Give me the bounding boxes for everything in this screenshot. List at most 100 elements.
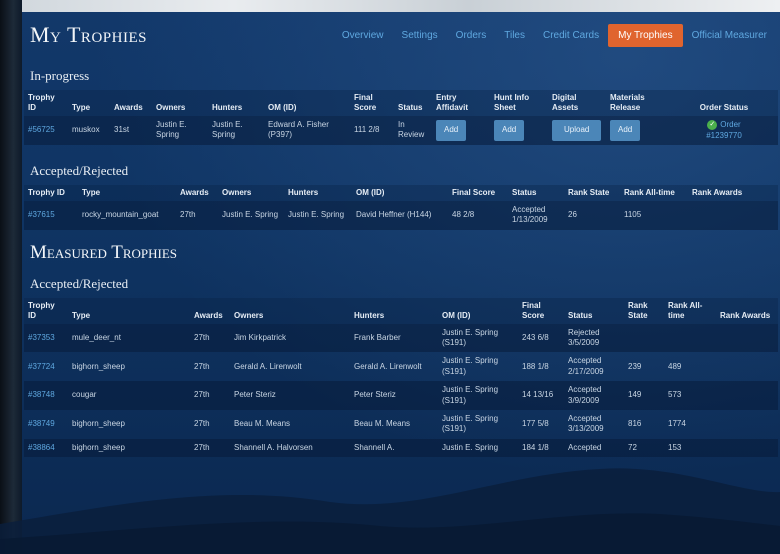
trophy-id-link[interactable]: #37353 [28,333,55,342]
trophy-type: bighorn_sheep [68,438,190,458]
table-row: #38749 bighorn_sheep 27th Beau M. Means … [24,410,778,439]
col-owners: Owners [152,90,208,116]
trophy-owners: Justin E. Spring [218,200,284,230]
trophy-owners: Peter Steriz [230,381,350,411]
trophy-rank-alltime: 489 [668,361,682,371]
trophy-status: Accepted 1/13/2009 [508,200,564,230]
trophy-rank-awards [716,352,778,381]
trophy-status: Rejected 3/5/2009 [564,323,624,353]
trophy-owners: Shannell A. Halvorsen [230,438,350,458]
col-type: Type [78,184,176,201]
col-awards: Awards [110,90,152,116]
col-owners: Owners [218,184,284,201]
trophy-rank-awards [688,200,778,230]
trophy-status: Accepted 3/9/2009 [564,381,624,411]
trophy-id-link[interactable]: #38749 [28,419,55,428]
col-type: Type [68,90,110,116]
trophy-rank-state: 816 [628,419,642,429]
nav-settings[interactable]: Settings [393,24,447,47]
trophy-id-link[interactable]: #56725 [28,125,55,134]
trophy-rank-state: 149 [624,381,664,411]
measured-accepted-title: Accepted/Rejected [30,275,129,291]
trophy-hunters: Peter Steriz [350,381,438,411]
trophy-id-link[interactable]: #37724 [28,362,55,371]
trophy-awards: 27th [190,438,230,458]
trophy-rank-alltime: 1105 [620,200,688,230]
col-rank-awards: Rank Awards [716,297,778,324]
trophy-score: 14 13/16 [518,381,564,411]
upload-digital-assets-button[interactable]: Upload [552,120,602,141]
nav-my-trophies[interactable]: My Trophies [608,23,683,47]
col-materials-release: Materials Release [606,90,670,116]
page-content: My Trophies Overview Settings Orders Til… [22,12,780,554]
col-om: OM (ID) [438,297,518,324]
col-owners: Owners [230,297,350,324]
measured-trophies-title: Measured Trophies [30,241,178,263]
trophy-score: 48 2/8 [448,200,508,230]
trophy-score: 184 1/8 [518,438,564,458]
col-status: Status [564,297,624,324]
nav-tiles[interactable]: Tiles [495,24,534,47]
trophy-status: In Review [394,116,432,145]
trophy-hunters: Justin E. Spring [208,116,264,145]
col-rank-awards: Rank Awards [688,184,778,201]
trophy-hunters: Shannell A. [350,438,438,458]
in-progress-title: In-progress [30,68,90,83]
trophy-om: Justin E. Spring (S191) [438,323,518,353]
col-status: Status [508,184,564,201]
col-trophy-id: Trophy ID [24,90,68,116]
trophy-id-link[interactable]: #37615 [28,210,55,219]
nav-credit-cards[interactable]: Credit Cards [534,24,608,47]
trophy-rank-state: 72 [624,438,664,458]
add-hunt-info-button[interactable]: Add [494,120,525,141]
nav-overview[interactable]: Overview [333,24,393,47]
add-materials-button[interactable]: Add [610,120,641,141]
trophy-status: Accepted 2/17/2009 [568,356,604,376]
table-row: #56725 muskox 31st Justin E. Spring Just… [24,116,778,145]
trophy-owners: Jim Kirkpatrick [230,323,350,353]
col-type: Type [68,297,190,324]
nav-orders[interactable]: Orders [447,24,496,47]
top-photo-strip [0,0,780,12]
trophy-rank-state [624,323,664,353]
trophy-om: Justin E. Spring (S191) [442,356,499,376]
trophy-rank-state: 239 [628,361,642,371]
col-hunters: Hunters [208,90,264,116]
trophy-hunters: Frank Barber [350,323,438,353]
trophy-owners: Beau M. Means [234,419,291,429]
trophy-rank-state: 26 [564,200,620,230]
trophy-owners: Justin E. Spring [152,116,208,145]
trophy-hunters: Beau M. Means [354,419,411,429]
col-order-status: Order Status [670,90,778,116]
trophy-id-link[interactable]: #38864 [28,443,55,452]
trophy-rank-awards [716,323,778,353]
table-row: #38748 cougar 27th Peter Steriz Peter St… [24,381,778,411]
col-final-score: Final Score [518,297,564,324]
add-affidavit-button[interactable]: Add [436,120,467,141]
col-awards: Awards [176,184,218,201]
trophy-id-link[interactable]: #38748 [28,390,55,399]
col-om: OM (ID) [264,90,350,116]
trophy-om: Edward A. Fisher (P397) [264,116,350,145]
trophy-status: Accepted [564,438,624,458]
trophy-awards: 27th [194,361,210,371]
table-row: #38864 bighorn_sheep 27th Shannell A. Ha… [24,438,778,458]
col-om: OM (ID) [352,184,448,201]
trophy-rank-alltime: 153 [664,438,716,458]
check-icon: ✓ [707,120,718,130]
order-link[interactable]: Order [720,120,740,129]
trophy-type: bighorn_sheep [72,361,125,371]
col-trophy-id: Trophy ID [24,184,78,201]
nav-official-measurer[interactable]: Official Measurer [683,24,776,47]
trophy-type: mule_deer_nt [68,323,190,353]
trophy-awards: 27th [194,419,210,429]
trophy-hunters: Gerald A. Lirenwolt [354,361,422,371]
trophy-awards: 27th [190,323,230,353]
trophy-rank-alltime: 573 [664,381,716,411]
order-number-link[interactable]: #1239770 [706,131,742,141]
trophy-om: Justin E. Spring [438,438,518,458]
trophy-om: Justin E. Spring (S191) [438,381,518,411]
trophy-hunters: Justin E. Spring [284,200,352,230]
col-hunters: Hunters [350,297,438,324]
trophy-type: muskox [68,116,110,145]
